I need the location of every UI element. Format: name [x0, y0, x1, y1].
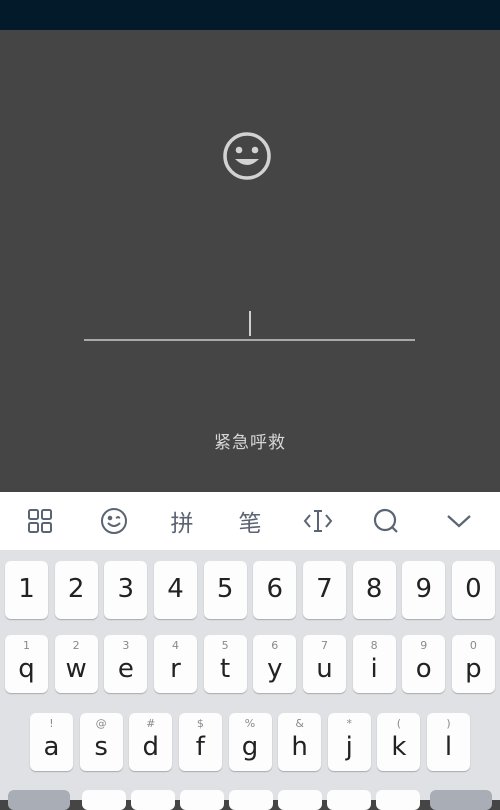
key-s[interactable]: @ s — [79, 713, 123, 771]
key-z[interactable] — [82, 790, 126, 810]
key-p[interactable]: 0p — [451, 635, 495, 693]
text-caret — [249, 311, 251, 336]
backspace-key[interactable] — [430, 790, 492, 810]
key-t[interactable]: 5t — [203, 635, 247, 693]
pinyin-button[interactable]: 拼 — [157, 492, 207, 550]
shift-key[interactable] — [8, 790, 70, 810]
emergency-call-button[interactable]: 紧急呼救 — [0, 428, 500, 453]
key-m[interactable] — [376, 790, 420, 810]
key-a[interactable]: ! a — [30, 713, 73, 771]
key-f[interactable]: $ f — [178, 713, 222, 771]
key-h[interactable]: & h — [278, 713, 322, 771]
cursor-icon[interactable] — [293, 492, 343, 550]
letter-row-2: ! a @ s # d $ f % g & h * j (k ) l — [30, 713, 470, 771]
key-x[interactable] — [131, 790, 175, 810]
lock-screen — [0, 30, 500, 492]
emoji-icon[interactable] — [89, 492, 139, 550]
key-6[interactable]: 6 — [253, 561, 297, 619]
key-3[interactable]: 3 — [104, 561, 148, 619]
key-1[interactable]: 1 — [5, 561, 48, 619]
key-9[interactable]: 9 — [402, 561, 446, 619]
key-e[interactable]: 3e — [104, 635, 148, 693]
key-n[interactable] — [327, 790, 371, 810]
key-u[interactable]: 7u — [302, 635, 346, 693]
key-7[interactable]: 7 — [302, 561, 346, 619]
key-k[interactable]: (k — [377, 713, 421, 771]
key-j[interactable]: * j — [327, 713, 371, 771]
key-i[interactable]: 8i — [352, 635, 396, 693]
key-q[interactable]: 1q — [5, 635, 48, 693]
letter-row-1: 1q 2w 3e 4r 5t 6y 7u 8i 9o 0p — [5, 635, 495, 693]
search-icon[interactable] — [361, 492, 411, 550]
soft-keyboard: 1 2 3 4 5 6 7 8 9 0 1q 2w 3e 4r 5t 6y 7u… — [0, 550, 500, 800]
key-2[interactable]: 2 — [54, 561, 98, 619]
key-y[interactable]: 6y — [253, 635, 297, 693]
key-v[interactable] — [229, 790, 273, 810]
key-g[interactable]: % g — [228, 713, 272, 771]
key-0[interactable]: 0 — [451, 561, 495, 619]
key-o[interactable]: 9o — [402, 635, 446, 693]
number-row: 1 2 3 4 5 6 7 8 9 0 — [5, 561, 495, 619]
grid-icon[interactable] — [15, 492, 65, 550]
keyboard-toolbar: 拼 笔 — [0, 492, 500, 550]
key-4[interactable]: 4 — [153, 561, 197, 619]
smiley-icon — [223, 132, 271, 180]
password-input[interactable] — [84, 339, 415, 341]
status-bar — [0, 0, 500, 30]
key-b[interactable] — [278, 790, 322, 810]
key-5[interactable]: 5 — [203, 561, 247, 619]
stroke-button[interactable]: 笔 — [225, 492, 275, 550]
key-8[interactable]: 8 — [352, 561, 396, 619]
key-w[interactable]: 2w — [54, 635, 98, 693]
key-r[interactable]: 4r — [153, 635, 197, 693]
key-l[interactable]: ) l — [427, 713, 470, 771]
key-d[interactable]: # d — [129, 713, 173, 771]
key-c[interactable] — [180, 790, 224, 810]
collapse-icon[interactable] — [434, 492, 484, 550]
